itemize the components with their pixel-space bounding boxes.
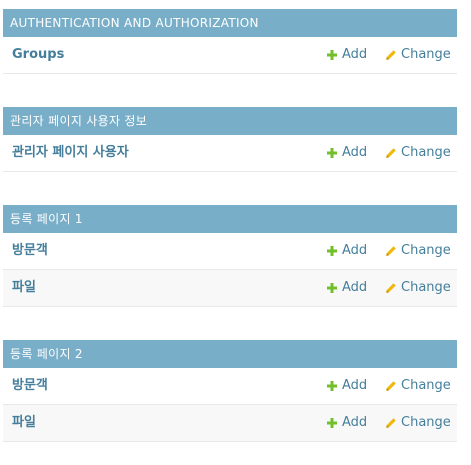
change-link[interactable]: Change — [385, 270, 451, 306]
plus-icon — [326, 245, 338, 257]
module-caption[interactable]: 관리자 페이지 사용자 정보 — [3, 107, 457, 135]
change-label: Change — [401, 47, 451, 62]
module-caption[interactable]: AUTHENTICATION AND AUTHORIZATION — [3, 9, 457, 37]
change-label: Change — [401, 378, 451, 393]
model-row: 방문객 Add Change — [3, 233, 457, 270]
pencil-icon — [385, 417, 397, 429]
model-row: 관리자 페이지 사용자 Add Change — [3, 135, 457, 172]
plus-icon — [326, 417, 338, 429]
model-row: Groups Add Change — [3, 37, 457, 74]
plus-icon — [326, 147, 338, 159]
add-link[interactable]: Add — [326, 405, 367, 441]
add-label: Add — [342, 378, 368, 393]
pencil-icon — [385, 245, 397, 257]
model-link-groups[interactable]: Groups — [12, 37, 64, 73]
app-module-admin-users: 관리자 페이지 사용자 정보 관리자 페이지 사용자 Add Change — [3, 107, 457, 172]
add-link[interactable]: Add — [326, 270, 367, 306]
model-link-visitor[interactable]: 방문객 — [12, 233, 48, 269]
plus-icon — [326, 282, 338, 294]
add-label: Add — [342, 47, 368, 62]
add-link[interactable]: Add — [326, 37, 367, 73]
app-module-auth: AUTHENTICATION AND AUTHORIZATION Groups … — [3, 9, 457, 74]
change-link[interactable]: Change — [385, 368, 451, 404]
add-link[interactable]: Add — [326, 233, 367, 269]
change-link[interactable]: Change — [385, 405, 451, 441]
change-label: Change — [401, 280, 451, 295]
change-label: Change — [401, 145, 451, 160]
model-row: 파일 Add Change — [3, 405, 457, 442]
add-label: Add — [342, 243, 368, 258]
change-link[interactable]: Change — [385, 233, 451, 269]
plus-icon — [326, 380, 338, 392]
change-label: Change — [401, 243, 451, 258]
model-row: 방문객 Add Change — [3, 368, 457, 405]
add-link[interactable]: Add — [326, 368, 367, 404]
add-label: Add — [342, 145, 368, 160]
pencil-icon — [385, 49, 397, 61]
add-label: Add — [342, 415, 368, 430]
model-row: 파일 Add Change — [3, 270, 457, 307]
model-link-file[interactable]: 파일 — [12, 270, 36, 306]
app-module-registration-1: 등록 페이지 1 방문객 Add Change 파일 Add Change — [3, 205, 457, 307]
model-link-admin-user[interactable]: 관리자 페이지 사용자 — [12, 135, 129, 171]
pencil-icon — [385, 282, 397, 294]
add-label: Add — [342, 280, 368, 295]
app-module-registration-2: 등록 페이지 2 방문객 Add Change 파일 Add Change — [3, 340, 457, 442]
add-link[interactable]: Add — [326, 135, 367, 171]
module-caption[interactable]: 등록 페이지 2 — [3, 340, 457, 368]
change-link[interactable]: Change — [385, 135, 451, 171]
pencil-icon — [385, 147, 397, 159]
model-link-file[interactable]: 파일 — [12, 405, 36, 441]
change-link[interactable]: Change — [385, 37, 451, 73]
model-link-visitor[interactable]: 방문객 — [12, 368, 48, 404]
plus-icon — [326, 49, 338, 61]
module-caption[interactable]: 등록 페이지 1 — [3, 205, 457, 233]
pencil-icon — [385, 380, 397, 392]
change-label: Change — [401, 415, 451, 430]
